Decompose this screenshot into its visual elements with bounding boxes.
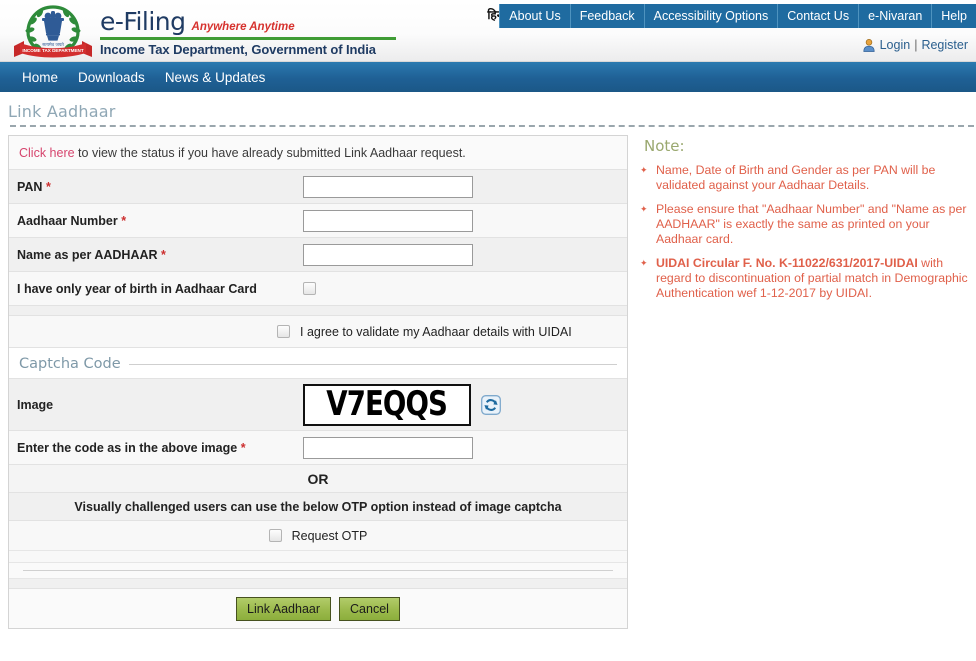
form-spacer-2	[9, 550, 627, 562]
form-row-pan: PAN *	[9, 169, 627, 203]
aadhaar-number-input[interactable]	[303, 209, 473, 232]
aadhaar-number-label: Aadhaar Number *	[17, 214, 303, 228]
brand-text: e-Filing Anywhere Anytime Income Tax Dep…	[100, 0, 396, 57]
form-rule-line	[23, 570, 613, 571]
agree-uidai-checkbox[interactable]	[277, 325, 290, 338]
captcha-section-title: Captcha Code	[19, 356, 121, 372]
link-aadhaar-button[interactable]: Link Aadhaar	[236, 596, 332, 621]
pan-input[interactable]	[303, 175, 473, 198]
status-notice-text: to view the status if you have already s…	[74, 146, 466, 160]
captcha-input-label-text: Enter the code as in the above image	[17, 440, 241, 455]
form-row-captcha-input: Enter the code as in the above image *	[9, 430, 627, 464]
visually-challenged-note: Visually challenged users can use the be…	[9, 492, 627, 520]
top-nav-about-us[interactable]: About Us	[499, 4, 571, 28]
top-nav-feedback[interactable]: Feedback	[571, 4, 645, 28]
cancel-button[interactable]: Cancel	[339, 596, 400, 621]
brand-name: e-Filing	[100, 7, 186, 36]
name-as-per-aadhaar-label-text: Name as per AADHAAR	[17, 247, 162, 262]
top-nav-accessibility[interactable]: Accessibility Options	[645, 4, 779, 28]
brand-block: सत्यमेव जयते INCOME TAX DEPARTMENT e-Fil…	[10, 0, 396, 59]
main-nav-home[interactable]: Home	[12, 70, 68, 85]
status-notice: Click here to view the status if you hav…	[9, 136, 627, 169]
main-nav-downloads[interactable]: Downloads	[68, 70, 155, 85]
brand-tagline: Anywhere Anytime	[191, 21, 295, 33]
note-item-1: Name, Date of Birth and Gender as per PA…	[638, 163, 968, 193]
agree-uidai-label: I agree to validate my Aadhaar details w…	[300, 324, 572, 339]
click-here-link[interactable]: Click here	[19, 146, 75, 160]
or-divider: OR	[9, 464, 627, 492]
note-item-2-text: Please ensure that "Aadhaar Number" and …	[656, 202, 967, 246]
pan-required-mark: *	[45, 179, 51, 194]
form-column: Click here to view the status if you hav…	[0, 135, 628, 629]
top-navigation: About Us Feedback Accessibility Options …	[499, 4, 976, 28]
request-otp-checkbox[interactable]	[268, 529, 282, 542]
year-of-birth-label: I have only year of birth in Aadhaar Car…	[17, 281, 257, 296]
captcha-code-text: V7EQQS	[326, 384, 449, 425]
page-title: Link Aadhaar	[8, 102, 116, 121]
captcha-input-label: Enter the code as in the above image *	[17, 441, 303, 455]
refresh-icon[interactable]	[481, 394, 501, 415]
request-otp-label: Request OTP	[291, 528, 368, 543]
top-nav-contact-us[interactable]: Contact Us	[778, 4, 860, 28]
income-tax-emblem-icon: सत्यमेव जयते INCOME TAX DEPARTMENT	[10, 1, 96, 59]
form-spacer-1	[9, 305, 627, 315]
captcha-required-mark: *	[240, 440, 246, 455]
brand-divider	[100, 37, 396, 40]
form-row-year-of-birth: I have only year of birth in Aadhaar Car…	[9, 271, 627, 305]
year-of-birth-checkbox[interactable]	[303, 282, 316, 295]
site-header: सत्यमेव जयते INCOME TAX DEPARTMENT e-Fil…	[0, 0, 976, 62]
main-navigation: Home Downloads News & Updates	[0, 62, 976, 92]
login-register-bar: Login | Register	[862, 38, 968, 52]
captcha-section-header: Captcha Code	[9, 347, 627, 378]
main-nav-news-updates[interactable]: News & Updates	[155, 70, 276, 85]
form-horizontal-rule	[9, 562, 627, 578]
pan-label: PAN *	[17, 180, 303, 194]
captcha-image: V7EQQS	[303, 383, 471, 426]
user-avatar-icon	[862, 38, 876, 52]
form-row-aadhaar-number: Aadhaar Number *	[9, 203, 627, 237]
svg-text:INCOME TAX DEPARTMENT: INCOME TAX DEPARTMENT	[22, 48, 84, 53]
top-nav-e-nivaran[interactable]: e-Nivaran	[859, 4, 933, 28]
captcha-image-label: Image	[17, 397, 54, 412]
name-as-per-aadhaar-input[interactable]	[303, 243, 473, 266]
form-row-request-otp: Request OTP	[9, 520, 627, 550]
top-nav-help[interactable]: Help	[932, 4, 976, 28]
note-title: Note:	[644, 137, 685, 155]
aadhaar-number-required-mark: *	[121, 213, 127, 228]
note-item-2: Please ensure that "Aadhaar Number" and …	[638, 202, 968, 247]
login-separator: |	[914, 38, 918, 52]
note-column: Note: Name, Date of Birth and Gender as …	[628, 135, 968, 629]
link-aadhaar-form: Click here to view the status if you hav…	[8, 135, 628, 629]
register-link[interactable]: Register	[921, 38, 968, 52]
department-name: Income Tax Department, Government of Ind…	[100, 42, 376, 57]
form-actions: Link Aadhaar Cancel	[9, 588, 627, 628]
page-content: Click here to view the status if you hav…	[0, 127, 976, 629]
pan-label-text: PAN	[17, 179, 46, 194]
form-row-name-as-per-aadhaar: Name as per AADHAAR *	[9, 237, 627, 271]
page-title-area: Link Aadhaar	[0, 92, 976, 127]
note-item-1-text: Name, Date of Birth and Gender as per PA…	[656, 163, 936, 192]
captcha-section-rule	[128, 363, 617, 365]
captcha-input[interactable]	[303, 436, 473, 459]
form-spacer-3	[9, 578, 627, 588]
note-item-3-circular-ref: UIDAI Circular F. No. K-11022/631/2017-U…	[656, 256, 918, 270]
note-list: Name, Date of Birth and Gender as per PA…	[638, 163, 968, 301]
form-row-agree-uidai: I agree to validate my Aadhaar details w…	[9, 315, 627, 347]
note-item-3: UIDAI Circular F. No. K-11022/631/2017-U…	[638, 256, 968, 301]
aadhaar-number-label-text: Aadhaar Number	[17, 213, 122, 228]
name-as-per-aadhaar-label: Name as per AADHAAR *	[17, 248, 303, 262]
name-required-mark: *	[161, 247, 166, 262]
login-link[interactable]: Login	[880, 38, 911, 52]
form-row-captcha-image: Image V7EQQS	[9, 378, 627, 430]
